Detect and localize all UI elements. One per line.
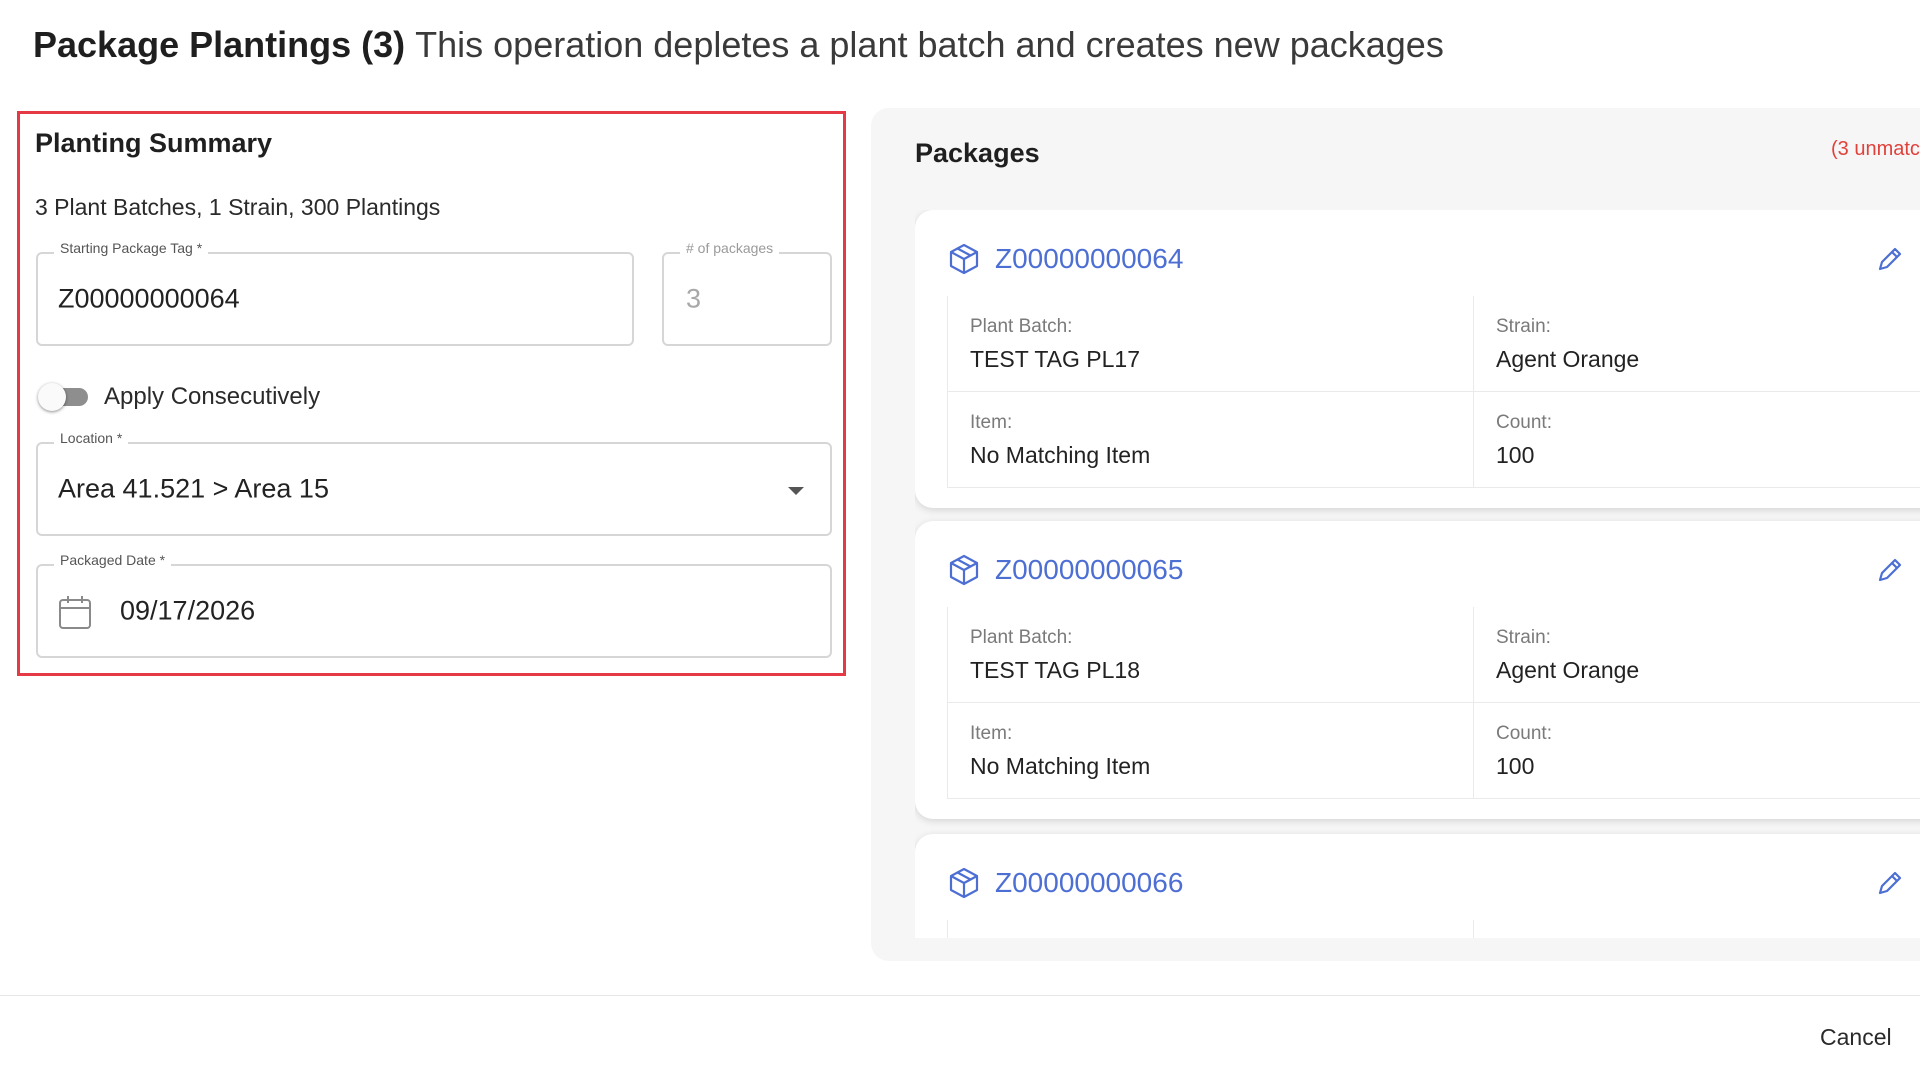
planting-summary-panel: Planting Summary 3 Plant Batches, 1 Stra… [17,111,846,676]
apply-consecutively-toggle[interactable]: Apply Consecutively [38,379,321,415]
strain-label: Strain: [1496,627,1551,648]
packaged-date-input[interactable]: Packaged Date * 09/17/2026 [36,552,832,658]
plant-batch-value: TEST TAG PL18 [970,657,1141,683]
toggle-switch[interactable] [38,383,88,411]
planting-summary-title: Planting Summary [35,128,273,158]
package-count-field: # of packages 3 [662,240,832,346]
starting-package-tag-value[interactable]: Z00000000064 [58,284,240,315]
toggle-knob [38,383,66,411]
unmatched-count: (3 unmatc [1831,138,1920,160]
package-card: Z00000000066 Plant Batch: Strain: [915,834,1920,938]
packages-title: Packages [915,138,1040,168]
package-card: Z00000000064 Plant Batch: TEST TAG PL17 … [915,210,1920,508]
package-details: Plant Batch: TEST TAG PL17 Strain: Agent… [947,296,1920,488]
package-icon [949,867,979,899]
package-count-value: 3 [686,283,702,314]
plant-batch-cell: Plant Batch: TEST TAG PL18 [947,607,1474,703]
planting-summary-stats: 3 Plant Batches, 1 Strain, 300 Plantings [35,194,441,220]
packages-panel: Packages (3 unmatc Z00000000064 Plant Ba… [871,108,1920,961]
count-label: Count: [1496,723,1552,744]
location-label: Location * [54,430,129,446]
strain-cell: Strain: [1474,920,1920,938]
package-list[interactable]: Z00000000064 Plant Batch: TEST TAG PL17 … [915,210,1920,938]
package-tag[interactable]: Z00000000064 [995,243,1183,275]
package-card: Z00000000065 Plant Batch: TEST TAG PL18 … [915,521,1920,819]
item-cell: Item: No Matching Item [947,703,1474,799]
count-cell: Count: 100 [1474,392,1920,488]
package-header: Z00000000066 [947,866,1183,900]
package-header: Z00000000065 [947,553,1183,587]
edit-pencil-icon[interactable] [1875,555,1905,585]
strain-cell: Strain: Agent Orange [1474,296,1920,392]
package-tag[interactable]: Z00000000066 [995,867,1183,899]
chevron-down-icon[interactable] [788,487,804,495]
item-label: Item: [970,723,1013,744]
edit-pencil-icon[interactable] [1875,868,1905,898]
strain-cell: Strain: Agent Orange [1474,607,1920,703]
location-select[interactable]: Location * Area 41.521 > Area 15 [36,430,832,536]
count-label: Count: [1496,412,1552,433]
strain-label: Strain: [1496,316,1551,337]
plant-batch-cell: Plant Batch: [947,920,1474,938]
count-cell: Count: 100 [1474,703,1920,799]
strain-value: Agent Orange [1496,346,1640,372]
strain-value: Agent Orange [1496,657,1640,683]
location-value[interactable]: Area 41.521 > Area 15 [58,474,329,505]
package-tag[interactable]: Z00000000065 [995,554,1183,586]
starting-package-tag-label: Starting Package Tag * [54,240,209,256]
footer-divider [0,995,1920,996]
plant-batch-label: Plant Batch: [970,627,1073,648]
plant-batch-value: TEST TAG PL17 [970,346,1141,372]
packaged-date-value[interactable]: 09/17/2026 [120,596,255,627]
edit-pencil-icon[interactable] [1875,244,1905,274]
calendar-icon[interactable] [58,594,92,630]
item-value: No Matching Item [970,753,1151,779]
apply-consecutively-label: Apply Consecutively [104,383,321,410]
starting-package-tag-input[interactable]: Starting Package Tag * Z00000000064 [36,240,634,346]
package-header: Z00000000064 [947,242,1183,276]
cancel-button[interactable]: Cancel [1820,1024,1892,1051]
count-value: 100 [1496,442,1535,468]
modal-subtitle: This operation depletes a plant batch an… [415,24,1444,65]
package-details: Plant Batch: Strain: [947,920,1920,938]
item-cell: Item: No Matching Item [947,392,1474,488]
count-value: 100 [1496,753,1535,779]
package-icon [949,243,979,275]
item-label: Item: [970,412,1013,433]
modal-title-main: Package Plantings (3) [33,24,406,65]
plant-batch-cell: Plant Batch: TEST TAG PL17 [947,296,1474,392]
packaged-date-label: Packaged Date * [54,552,172,568]
package-count-label: # of packages [680,240,780,256]
package-icon [949,554,979,586]
item-value: No Matching Item [970,442,1151,468]
package-details: Plant Batch: TEST TAG PL18 Strain: Agent… [947,607,1920,799]
plant-batch-label: Plant Batch: [970,316,1073,337]
modal-title: Package Plantings (3) This operation depl… [33,24,1444,66]
